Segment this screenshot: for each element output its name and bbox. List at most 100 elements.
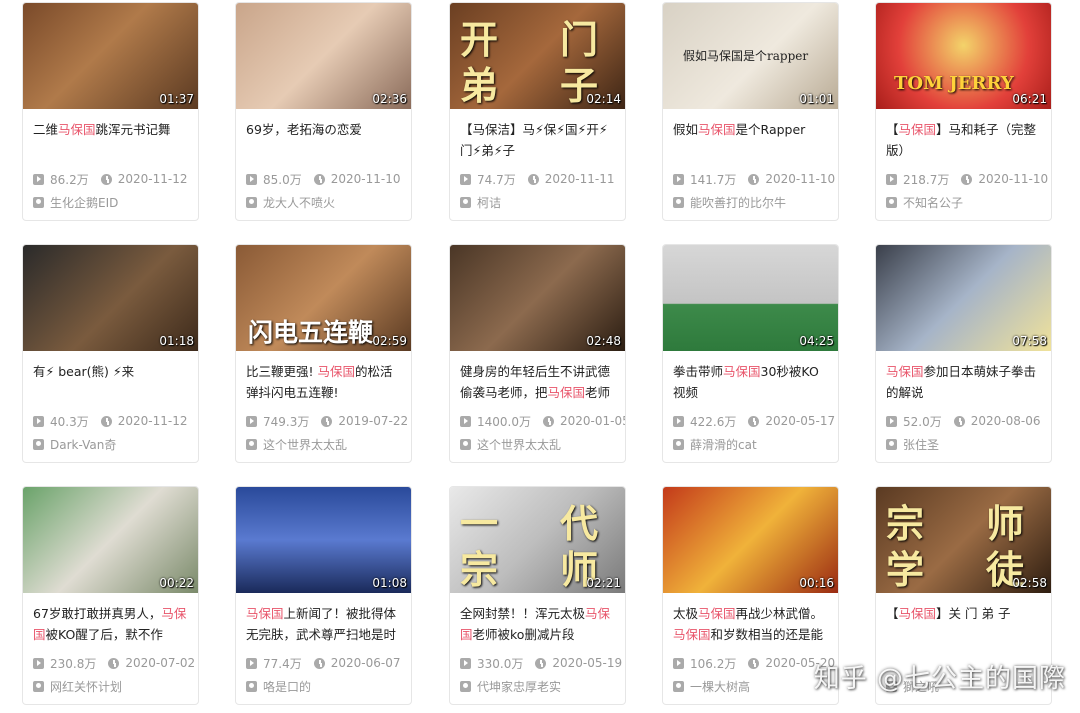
play-count-icon — [460, 173, 471, 185]
video-card[interactable]: 闪电五连鞭 02:59 比三鞭更强! 马保国的松活弹抖闪电五连鞭! 749.3万 201… — [235, 244, 412, 463]
video-card[interactable]: 07:58 马保国参加日本萌妹子拳击的解说 52.0万 2020-08-06 张住圣 — [875, 244, 1052, 463]
video-title[interactable]: 二维马保国跳浑元书记舞 — [33, 119, 188, 161]
upload-date: 2020-11-12 — [100, 414, 187, 428]
thumbnail-caption: 闪电五连鞭 — [248, 318, 374, 347]
video-thumbnail[interactable]: 04:25 — [663, 245, 838, 351]
uploader[interactable]: 能吹善打的比尔牛 — [673, 194, 828, 211]
user-icon — [33, 681, 44, 692]
view-count: 40.3万 — [33, 413, 89, 430]
uploader-name: 龙大人不喷火 — [263, 196, 336, 210]
video-thumbnail[interactable]: 01:08 — [236, 487, 411, 593]
video-title[interactable]: 【马保国】关 门 弟 子 — [886, 603, 1041, 645]
user-icon — [33, 197, 44, 208]
uploader[interactable]: 这个世界太太乱 — [246, 436, 401, 453]
video-thumbnail[interactable]: 开门弟子 02:14 — [450, 3, 625, 109]
uploader[interactable]: 不知名公子 — [886, 194, 1041, 211]
clock-icon — [527, 173, 539, 185]
uploader[interactable]: 张住圣 — [886, 436, 1041, 453]
video-thumbnail[interactable]: 宗师学徒 02:58 — [876, 487, 1051, 593]
video-card[interactable]: 开门弟子 02:14 【马保洁】马⚡保⚡国⚡开⚡门⚡弟⚡子 74.7万 2020-11-… — [449, 2, 626, 221]
play-count-icon — [33, 173, 44, 185]
view-count: 218.7万 — [886, 171, 949, 188]
uploader-name: 能吹善打的比尔牛 — [690, 196, 787, 210]
video-card[interactable]: 一代宗师 02:21 全网封禁！！浑元太极马保国老师被ko删减片段 330.0万 202… — [449, 486, 626, 705]
video-thumbnail[interactable]: 一代宗师 02:21 — [450, 487, 625, 593]
video-stats: 77.4万 2020-06-07 — [246, 654, 401, 672]
video-thumbnail[interactable]: 假如马保国是个rapper 01:01 — [663, 3, 838, 109]
title-text: 是个Rapper — [735, 122, 806, 137]
play-count-icon — [246, 173, 257, 185]
video-thumbnail[interactable]: 07:58 — [876, 245, 1051, 351]
user-icon — [673, 681, 684, 692]
clock-icon — [543, 415, 554, 427]
video-card[interactable]: 01:08 马保国上新闻了！被批得体无完肤，武术尊严扫地是时 77.4万 2020-0… — [235, 486, 412, 705]
video-card[interactable]: 假如马保国是个rapper 01:01 假如马保国是个Rapper 141.7万 202… — [662, 2, 839, 221]
clock-icon — [108, 657, 120, 669]
video-title[interactable]: 假如马保国是个Rapper — [673, 119, 828, 161]
video-card[interactable]: 01:37 二维马保国跳浑元书记舞 86.2万 2020-11-12 生化企鹅EID — [22, 2, 199, 221]
video-card[interactable]: 02:36 69岁，老拓海の恋爱 85.0万 2020-11-10 龙大人不喷火 — [235, 2, 412, 221]
upload-date-value: 2020-11-10 — [978, 172, 1049, 186]
view-count-value: 749.3万 — [263, 414, 310, 429]
upload-date-value: 2020-11-11 — [544, 172, 615, 186]
video-thumbnail[interactable]: 02:36 — [236, 3, 411, 109]
uploader[interactable]: 一棵大树高 — [673, 678, 828, 695]
video-title[interactable]: 有⚡ bear(熊) ⚡来 — [33, 361, 188, 403]
uploader-name: 这个世界太太乱 — [477, 438, 562, 452]
video-card[interactable]: TOM JERRY 06:21 【马保国】马和耗子（完整版） 218.7万 2020-1… — [875, 2, 1052, 221]
view-count: 74.7万 — [460, 171, 516, 188]
video-thumbnail[interactable]: 00:22 — [23, 487, 198, 593]
upload-date-value: 2020-05-17 — [765, 414, 836, 428]
video-thumbnail[interactable]: 01:18 — [23, 245, 198, 351]
view-count-value: 77.4万 — [263, 656, 302, 671]
title-keyword-highlight: 马保国 — [723, 364, 761, 379]
video-thumbnail[interactable]: 02:48 — [450, 245, 625, 351]
uploader[interactable]: 网红关怀计划 — [33, 678, 188, 695]
video-title[interactable]: 【马保国】马和耗子（完整版） — [886, 119, 1041, 161]
video-title[interactable]: 健身房的年轻后生不讲武德偷袭马老师，把马保国老师 — [460, 361, 615, 403]
uploader-name: 柯诘 — [477, 196, 502, 210]
video-thumbnail[interactable]: 闪电五连鞭 02:59 — [236, 245, 411, 351]
video-card[interactable]: 04:25 拳击带师马保国30秒被KO视频 422.6万 2020-05-17 薛滑滑的… — [662, 244, 839, 463]
video-title[interactable]: 马保国上新闻了！被批得体无完肤，武术尊严扫地是时 — [246, 603, 401, 645]
play-count-icon — [33, 657, 44, 669]
thumbnail-caption: TOM JERRY — [894, 73, 1014, 94]
video-title[interactable]: 全网封禁！！浑元太极马保国老师被ko删减片段 — [460, 603, 615, 645]
uploader[interactable]: 这个世界太太乱 — [460, 436, 615, 453]
title-text: 老师被ko删减片段 — [472, 627, 575, 642]
user-icon — [246, 681, 257, 692]
video-card[interactable]: 00:22 67岁敢打敢拼真男人，马保国被KO醒了后，默不作 230.8万 2020-… — [22, 486, 199, 705]
title-text: 【 — [886, 122, 899, 137]
video-card[interactable]: 02:48 健身房的年轻后生不讲武德偷袭马老师，把马保国老师 1400.0万 2020… — [449, 244, 626, 463]
duration-label: 01:01 — [799, 92, 834, 106]
title-text: 【马保洁】马⚡保⚡国⚡开⚡门⚡弟⚡子 — [460, 122, 608, 158]
video-title[interactable]: 马保国参加日本萌妹子拳击的解说 — [886, 361, 1041, 403]
uploader[interactable]: 生化企鹅EID — [33, 194, 188, 211]
uploader[interactable]: 咯是口的 — [246, 678, 401, 695]
uploader[interactable]: 薛滑滑的cat — [673, 436, 828, 453]
clock-icon — [961, 173, 973, 185]
uploader-name: 薛滑滑的cat — [690, 438, 757, 452]
title-text: 69岁，老拓海の恋爱 — [246, 122, 362, 137]
video-title[interactable]: 【马保洁】马⚡保⚡国⚡开⚡门⚡弟⚡子 — [460, 119, 615, 161]
upload-date: 2020-05-17 — [748, 414, 835, 428]
video-stats: 218.7万 2020-11-10 — [886, 170, 1048, 188]
user-icon — [460, 197, 471, 208]
upload-date: 2020-06-07 — [313, 656, 400, 670]
video-thumbnail[interactable]: 01:37 — [23, 3, 198, 109]
view-count: 330.0万 — [460, 655, 523, 672]
video-title[interactable]: 太极马保国再战少林武僧。马保国和岁数相当的还是能 — [673, 603, 828, 645]
video-title[interactable]: 拳击带师马保国30秒被KO视频 — [673, 361, 828, 403]
uploader[interactable]: 柯诘 — [460, 194, 615, 211]
uploader[interactable]: Dark-Van奇 — [33, 436, 188, 453]
uploader[interactable]: 龙大人不喷火 — [246, 194, 401, 211]
play-count-icon — [246, 415, 257, 427]
video-card[interactable]: 01:18 有⚡ bear(熊) ⚡来 40.3万 2020-11-12 Dark-Va… — [22, 244, 199, 463]
uploader[interactable]: 代坤家忠厚老实 — [460, 678, 615, 695]
video-title[interactable]: 比三鞭更强! 马保国的松活弹抖闪电五连鞭! — [246, 361, 401, 403]
video-title[interactable]: 67岁敢打敢拼真男人，马保国被KO醒了后，默不作 — [33, 603, 188, 645]
video-title[interactable]: 69岁，老拓海の恋爱 — [246, 119, 401, 161]
video-thumbnail[interactable]: 00:16 — [663, 487, 838, 593]
video-thumbnail[interactable]: TOM JERRY 06:21 — [876, 3, 1051, 109]
video-card[interactable]: 00:16 太极马保国再战少林武僧。马保国和岁数相当的还是能 106.2万 2020-… — [662, 486, 839, 705]
